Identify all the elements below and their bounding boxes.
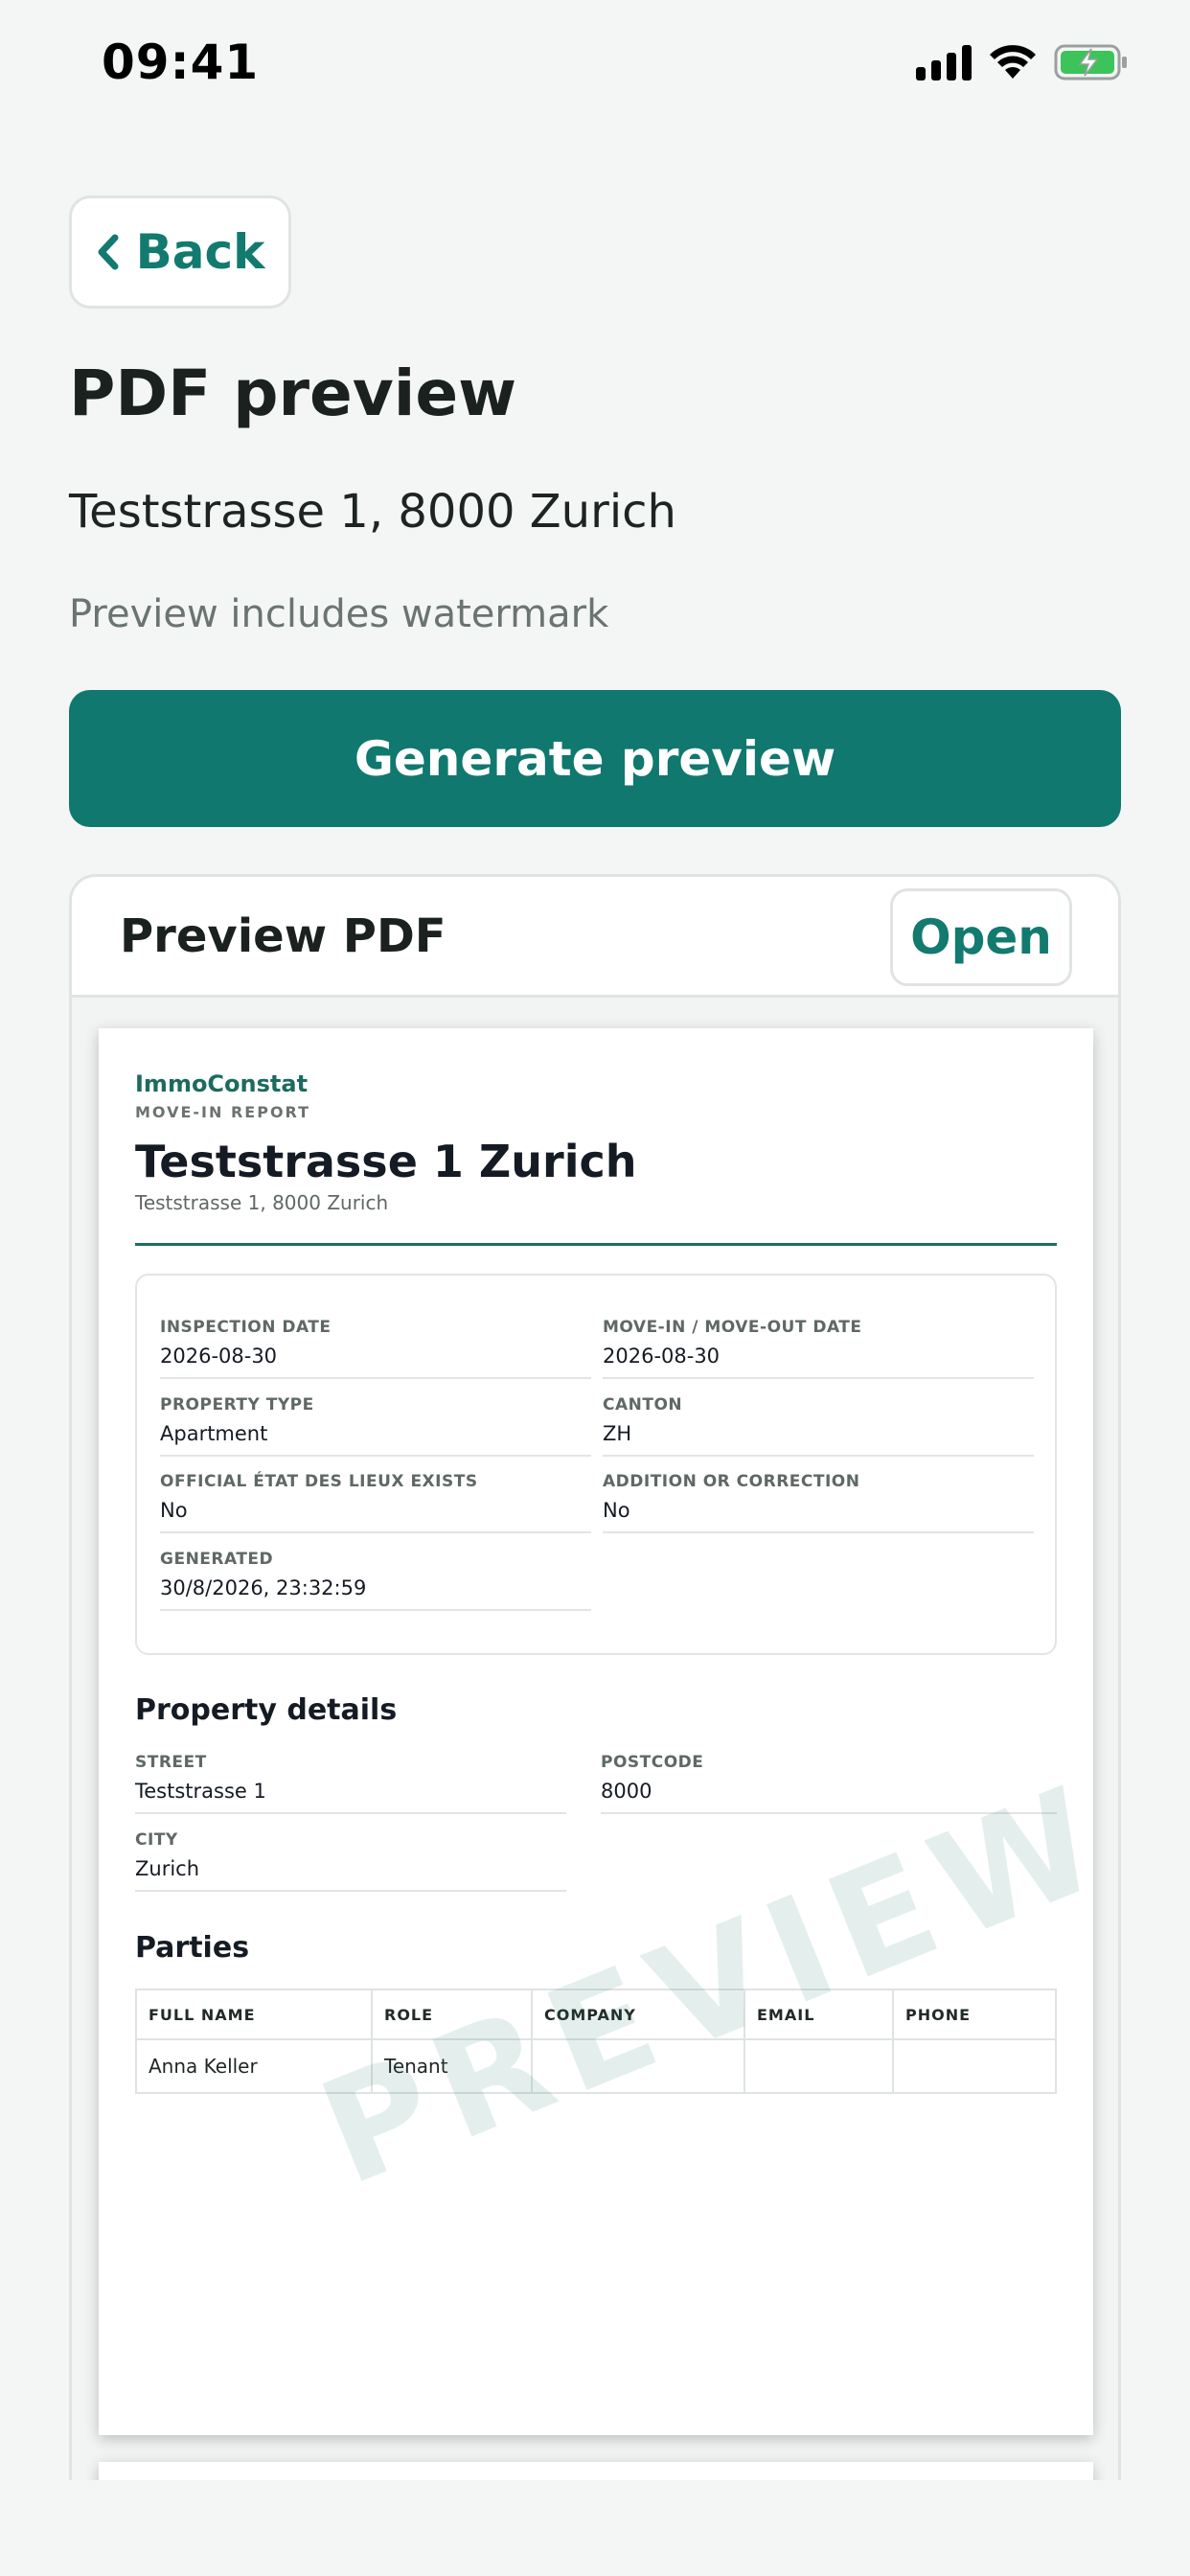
- preview-card-title: Preview PDF: [120, 909, 446, 963]
- pdf-report-type: MOVE-IN REPORT: [135, 1103, 311, 1121]
- parties-header-row: FULL NAME ROLE COMPANY EMAIL PHONE: [135, 1989, 1057, 2040]
- chevron-left-icon: [96, 234, 119, 270]
- meta-field-label: INSPECTION DATE: [160, 1318, 332, 1337]
- property-field-value: 8000: [601, 1780, 652, 1803]
- report-meta-box: INSPECTION DATE 2026-08-30 MOVE-IN / MOV…: [135, 1274, 1057, 1655]
- meta-field-value: 2026-08-30: [603, 1345, 721, 1368]
- column-header: EMAIL: [744, 1989, 894, 2040]
- meta-field-value: 30/8/2026, 23:32:59: [160, 1576, 367, 1599]
- pdf-brand: ImmoConstat: [135, 1070, 309, 1097]
- preview-card: Preview PDF Open ImmoConstat MOVE-IN REP…: [69, 874, 1121, 2480]
- table-row: Anna Keller Tenant: [135, 2038, 1057, 2094]
- meta-field: ADDITION OR CORRECTION No: [603, 1472, 1034, 1533]
- parties-table: FULL NAME ROLE COMPANY EMAIL PHONE Anna …: [135, 1989, 1057, 2094]
- meta-field: OFFICIAL ÉTAT DES LIEUX EXISTS No: [160, 1472, 591, 1533]
- pdf-subtitle: Teststrasse 1, 8000 Zurich: [135, 1191, 389, 1214]
- table-cell: [744, 2038, 894, 2094]
- property-field: STREET Teststrasse 1: [135, 1753, 566, 1814]
- meta-field-label: PROPERTY TYPE: [160, 1395, 314, 1414]
- property-details-title: Property details: [135, 1693, 398, 1727]
- pdf-next-page: [99, 2462, 1093, 2480]
- status-icons: [916, 44, 1129, 80]
- status-bar: 09:41: [0, 0, 1190, 134]
- table-cell: Tenant: [371, 2038, 533, 2094]
- meta-field: CANTON ZH: [603, 1395, 1034, 1457]
- pdf-divider: [135, 1243, 1057, 1246]
- back-button-label: Back: [135, 224, 265, 280]
- battery-charging-icon: [1054, 44, 1129, 80]
- generate-preview-button[interactable]: Generate preview: [69, 690, 1121, 827]
- meta-field-value: No: [603, 1499, 630, 1522]
- meta-field: INSPECTION DATE 2026-08-30: [160, 1318, 591, 1379]
- column-header: FULL NAME: [135, 1989, 373, 2040]
- meta-field-label: OFFICIAL ÉTAT DES LIEUX EXISTS: [160, 1472, 478, 1491]
- meta-field-label: GENERATED: [160, 1550, 274, 1569]
- property-field-label: POSTCODE: [601, 1753, 704, 1772]
- meta-field: MOVE-IN / MOVE-OUT DATE 2026-08-30: [603, 1318, 1034, 1379]
- meta-field-value: Apartment: [160, 1422, 268, 1445]
- column-header: ROLE: [371, 1989, 533, 2040]
- open-pdf-button[interactable]: Open: [890, 888, 1072, 986]
- cellular-signal-icon: [916, 44, 972, 80]
- property-field-label: STREET: [135, 1753, 207, 1772]
- property-field-value: Zurich: [135, 1857, 200, 1880]
- meta-field-label: MOVE-IN / MOVE-OUT DATE: [603, 1318, 862, 1337]
- property-field: CITY Zurich: [135, 1830, 566, 1892]
- pdf-page[interactable]: ImmoConstat MOVE-IN REPORT Teststrasse 1…: [99, 1028, 1118, 2435]
- meta-field-value: ZH: [603, 1422, 632, 1445]
- meta-field: GENERATED 30/8/2026, 23:32:59: [160, 1550, 591, 1611]
- watermark-hint: Preview includes watermark: [69, 592, 609, 636]
- property-field: POSTCODE 8000: [601, 1753, 1057, 1814]
- column-header: PHONE: [892, 1989, 1057, 2040]
- preview-card-header: Preview PDF Open: [72, 877, 1118, 998]
- pdf-title: Teststrasse 1 Zurich: [135, 1136, 637, 1187]
- property-field-value: Teststrasse 1: [135, 1780, 266, 1803]
- page-title: PDF preview: [69, 356, 517, 430]
- meta-field-value: 2026-08-30: [160, 1345, 278, 1368]
- column-header: COMPANY: [531, 1989, 745, 2040]
- property-field-label: CITY: [135, 1830, 178, 1850]
- meta-field: PROPERTY TYPE Apartment: [160, 1395, 591, 1457]
- meta-field-label: CANTON: [603, 1395, 683, 1414]
- table-cell: Anna Keller: [135, 2038, 373, 2094]
- status-time: 09:41: [102, 34, 260, 90]
- parties-title: Parties: [135, 1931, 250, 1965]
- meta-field-label: ADDITION OR CORRECTION: [603, 1472, 860, 1491]
- wifi-icon: [989, 44, 1037, 80]
- table-cell: [531, 2038, 745, 2094]
- property-address: Teststrasse 1, 8000 Zurich: [69, 485, 676, 539]
- back-button[interactable]: Back: [69, 196, 291, 309]
- preview-watermark: PREVIEW: [300, 1752, 1121, 2219]
- table-cell: [892, 2038, 1057, 2094]
- meta-field-value: No: [160, 1499, 188, 1522]
